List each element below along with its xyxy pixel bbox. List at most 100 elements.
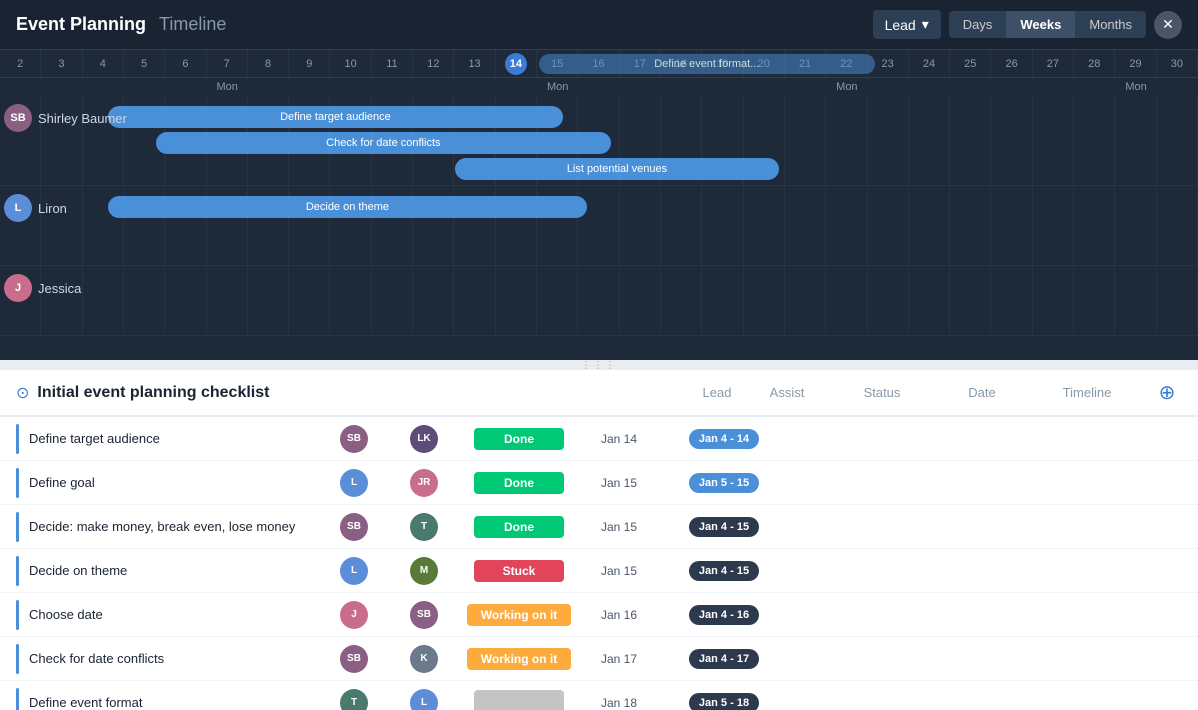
task-date: Jan 15	[579, 476, 659, 490]
mon-cell-20	[744, 78, 785, 96]
timeline-badge: Jan 4 - 17	[689, 649, 759, 669]
table-row[interactable]: Decide on theme L M Stuck Jan 15 Jan 4 -…	[0, 549, 1198, 593]
timeline-badge: Jan 4 - 16	[689, 605, 759, 625]
timeline-badge: Jan 4 - 15	[689, 517, 759, 537]
day-cell-11: 11	[372, 50, 413, 77]
task-name: Check for date conflicts	[29, 651, 319, 666]
add-col-header: ⊕	[1152, 380, 1182, 405]
task-lead: L	[319, 469, 389, 497]
task-status: Working on it	[459, 648, 579, 670]
table-row[interactable]: Define event format T L Jan 18 Jan 5 - 1…	[0, 681, 1198, 710]
gantt-rows: SB Shirley Baumer Define target audience…	[0, 96, 1198, 336]
task-name: Define goal	[29, 475, 319, 490]
table-row[interactable]: Decide: make money, break even, lose mon…	[0, 505, 1198, 549]
mon-cell-25	[950, 78, 991, 96]
lead-avatar: T	[340, 689, 368, 710]
task-assist: JR	[389, 469, 459, 497]
mon-cell-23	[868, 78, 909, 96]
task-timeline: Jan 5 - 15	[659, 473, 789, 493]
days-view-btn[interactable]: Days	[949, 11, 1007, 38]
lead-avatar: J	[340, 601, 368, 629]
row-accent	[16, 424, 19, 454]
gantt-bar-0-0: Define target audience	[108, 106, 563, 128]
assist-avatar: SB	[410, 601, 438, 629]
status-badge: Stuck	[474, 560, 564, 582]
app-header: Event Planning Timeline Lead ▾ Days Week…	[0, 0, 1198, 50]
table-row[interactable]: Define target audience SB LK Done Jan 14…	[0, 417, 1198, 461]
avatar-0: SB	[4, 104, 32, 132]
status-badge: Done	[474, 472, 564, 494]
mon-cell-3	[41, 78, 82, 96]
avatar-1: L	[4, 194, 32, 222]
person-row-1: L Liron Decide on theme	[0, 186, 1198, 266]
table-row[interactable]: Choose date J SB Working on it Jan 16 Ja…	[0, 593, 1198, 637]
day-cell-13: 13	[454, 50, 495, 77]
task-date: Jan 17	[579, 652, 659, 666]
task-assist: SB	[389, 601, 459, 629]
task-date: Jan 18	[579, 696, 659, 710]
mon-cell-29: Mon	[1115, 78, 1156, 96]
timeline-badge: Jan 4 - 14	[689, 429, 759, 449]
day-cell-8: 8	[248, 50, 289, 77]
months-view-btn[interactable]: Months	[1075, 11, 1146, 38]
day-numbers-row: Define event format... 23456789101112131…	[0, 50, 1198, 78]
task-name: Decide on theme	[29, 563, 319, 578]
person-name-0: Shirley Baumer	[38, 111, 127, 126]
day-cell-9: 9	[289, 50, 330, 77]
mon-cell-28	[1074, 78, 1115, 96]
weeks-view-btn[interactable]: Weeks	[1006, 11, 1075, 38]
day-cell-24: 24	[909, 50, 950, 77]
header-bar-overlay: Define event format...	[539, 54, 874, 74]
mon-cell-8	[248, 78, 289, 96]
task-assist: K	[389, 645, 459, 673]
task-assist: LK	[389, 425, 459, 453]
row-accent	[16, 468, 19, 498]
day-cell-27: 27	[1033, 50, 1074, 77]
assist-avatar: M	[410, 557, 438, 585]
task-timeline: Jan 5 - 18	[659, 693, 789, 710]
app-subtitle: Timeline	[154, 14, 226, 35]
task-timeline: Jan 4 - 16	[659, 605, 789, 625]
table-row[interactable]: Check for date conflicts SB K Working on…	[0, 637, 1198, 681]
gantt-bar-0-2: List potential venues	[455, 158, 778, 180]
gantt-bar-1-0: Decide on theme	[108, 196, 587, 218]
person-row-2: J Jessica	[0, 266, 1198, 336]
close-button[interactable]: ✕	[1154, 11, 1182, 39]
section-title: Initial event planning checklist	[37, 384, 269, 402]
table-row[interactable]: Define goal L JR Done Jan 15 Jan 5 - 15	[0, 461, 1198, 505]
mon-cell-16	[578, 78, 619, 96]
task-status: Working on it	[459, 604, 579, 626]
status-badge	[474, 690, 564, 710]
lead-dropdown[interactable]: Lead ▾	[873, 10, 941, 39]
row-accent	[16, 600, 19, 630]
task-assist: L	[389, 689, 459, 710]
task-lead: SB	[319, 513, 389, 541]
mon-cell-21	[785, 78, 826, 96]
view-toggle: Days Weeks Months	[949, 11, 1146, 38]
task-name: Define event format	[29, 695, 319, 710]
mon-cell-14	[496, 78, 537, 96]
day-cell-30: 30	[1157, 50, 1198, 77]
avatar-2: J	[4, 274, 32, 302]
day-cell-29: 29	[1115, 50, 1156, 77]
col-status: Status	[822, 385, 942, 400]
lead-avatar: L	[340, 557, 368, 585]
task-table: ⊙ Initial event planning checklist Lead …	[0, 370, 1198, 710]
mon-cell-17	[620, 78, 661, 96]
mon-cell-13	[454, 78, 495, 96]
row-accent	[16, 688, 19, 710]
task-status	[459, 690, 579, 710]
mon-cell-27	[1033, 78, 1074, 96]
task-lead: SB	[319, 645, 389, 673]
mon-cell-30	[1157, 78, 1198, 96]
day-cell-7: 7	[207, 50, 248, 77]
timeline-divider[interactable]: ⋮⋮⋮	[0, 360, 1198, 370]
status-badge: Done	[474, 428, 564, 450]
status-badge: Working on it	[467, 648, 571, 670]
col-assist: Assist	[752, 385, 822, 400]
person-name-1: Liron	[38, 201, 67, 216]
section-chevron-icon[interactable]: ⊙	[16, 383, 29, 403]
add-column-button[interactable]: ⊕	[1159, 380, 1176, 405]
col-lead: Lead	[682, 385, 752, 400]
mon-cell-4	[83, 78, 124, 96]
